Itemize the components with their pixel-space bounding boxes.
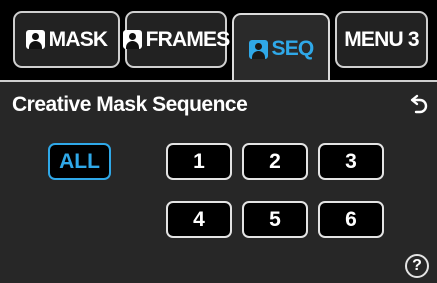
tab-frames-label: FRAMES [145,27,231,51]
tab-seq-label: SEQ [271,37,315,60]
tab-menu-3[interactable]: MENU 3 [335,11,428,68]
person-icon [122,30,142,49]
content-panel: Creative Mask Sequence ALL 1 2 3 4 5 6 ? [0,80,437,283]
tab-bar: MASK FRAMES SEQ MENU 3 [0,0,437,83]
sequence-4-button[interactable]: 4 [166,201,232,238]
page-title: Creative Mask Sequence [12,93,248,116]
person-icon [25,30,45,49]
all-button[interactable]: ALL [48,143,111,180]
person-icon [248,39,268,59]
tab-menu-3-label: MENU 3 [344,27,419,51]
help-icon[interactable]: ? [405,254,429,278]
sequence-5-button[interactable]: 5 [242,201,308,238]
tab-frames[interactable]: FRAMES [122,11,231,68]
sequence-1-button[interactable]: 1 [166,143,232,180]
tab-mask-label: MASK [48,27,108,51]
tab-seq[interactable]: SEQ [232,13,330,83]
return-arrow-icon[interactable] [408,94,428,116]
sequence-6-button[interactable]: 6 [318,201,384,238]
tab-mask[interactable]: MASK [13,11,120,68]
sequence-2-button[interactable]: 2 [242,143,308,180]
sequence-3-button[interactable]: 3 [318,143,384,180]
